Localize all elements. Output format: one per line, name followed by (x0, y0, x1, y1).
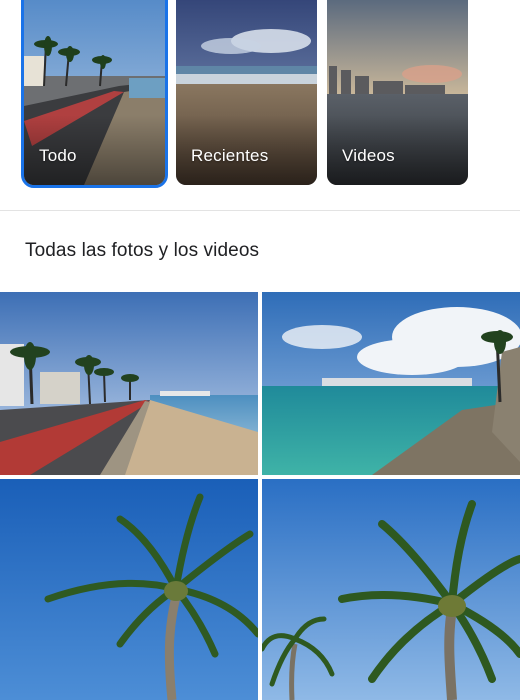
album-label: Recientes (191, 146, 269, 165)
album-label: Videos (342, 146, 395, 165)
album-carousel: Todo Recientes Videos (0, 0, 520, 200)
photo-grid (0, 292, 520, 700)
album-label: Todo (39, 146, 77, 165)
album-card-recientes[interactable]: Recientes (176, 0, 317, 185)
section-divider (0, 210, 520, 211)
album-card-todo[interactable]: Todo (21, 0, 168, 188)
photo-thumbnail[interactable] (0, 292, 258, 475)
photo-thumbnail[interactable] (262, 292, 520, 475)
album-card-videos[interactable]: Videos (327, 0, 468, 185)
photo-thumbnail[interactable] (262, 479, 520, 700)
section-title: Todas las fotos y los videos (25, 240, 260, 261)
photo-thumbnail[interactable] (0, 479, 258, 700)
